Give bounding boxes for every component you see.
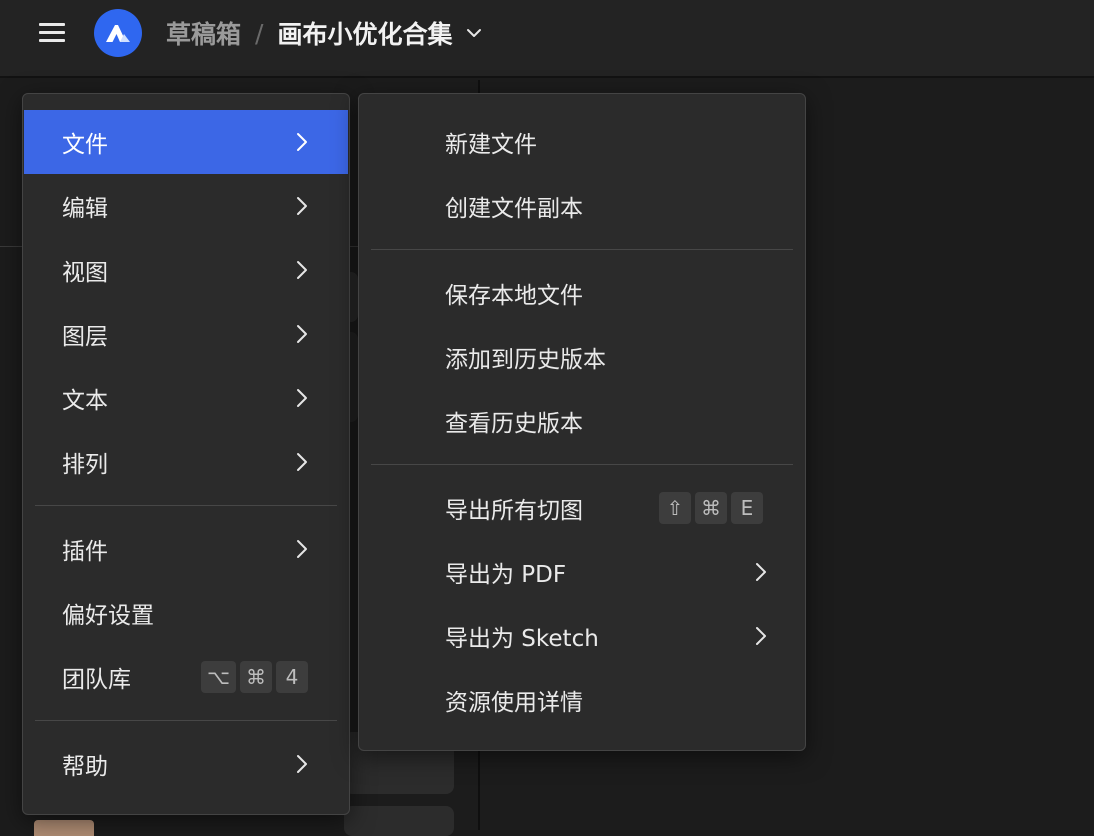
breadcrumb-separator: / [255,18,264,48]
submenu-item-export-slices[interactable]: 导出所有切图 ⇧ ⌘ E [359,476,805,540]
chevron-right-icon [296,196,308,216]
menu-divider [35,505,337,506]
breadcrumb-drafts[interactable]: 草稿箱 [166,15,241,51]
shift-key-icon: ⇧ [659,492,691,524]
submenu-item-label: 添加到历史版本 [445,347,606,373]
shortcut-key: 4 [276,661,308,693]
submenu-item-label: 保存本地文件 [445,283,583,309]
chevron-right-icon [296,754,308,774]
chevron-right-icon [296,452,308,472]
menu-item-plugins[interactable]: 插件 [24,517,348,581]
submenu-item-label: 导出为 PDF [445,562,567,588]
menu-item-layer[interactable]: 图层 [24,302,348,366]
menu-item-label: 视图 [62,260,108,286]
menu-item-label: 文本 [62,388,108,414]
menu-item-preferences[interactable]: 偏好设置 [24,581,348,645]
chevron-right-icon [296,388,308,408]
menu-item-edit[interactable]: 编辑 [24,174,348,238]
layer-panel-card [344,806,454,836]
menu-item-text[interactable]: 文本 [24,366,348,430]
keyboard-shortcut: ⌥ ⌘ 4 [200,661,308,693]
chevron-right-icon [755,626,767,646]
menu-item-arrange[interactable]: 排列 [24,430,348,494]
submenu-item-label: 导出为 Sketch [445,626,599,652]
chevron-right-icon [296,324,308,344]
option-key-icon: ⌥ [200,661,236,693]
submenu-item-duplicate-file[interactable]: 创建文件副本 [359,174,805,238]
menu-item-label: 帮助 [62,754,108,780]
menu-item-help[interactable]: 帮助 [24,732,348,796]
menu-item-view[interactable]: 视图 [24,238,348,302]
top-bar: 草稿箱 / 画布小优化合集 [0,0,1094,78]
avatar [34,820,94,836]
menu-divider [35,720,337,721]
menu-item-team-library[interactable]: 团队库 ⌥ ⌘ 4 [24,645,348,709]
file-submenu: 新建文件 创建文件副本 保存本地文件 添加到历史版本 查看历史版本 导出所有切图… [358,93,806,751]
chevron-right-icon [296,539,308,559]
submenu-item-add-history[interactable]: 添加到历史版本 [359,325,805,389]
menu-item-file[interactable]: 文件 [24,110,348,174]
menu-item-label: 偏好设置 [62,603,154,629]
submenu-item-label: 创建文件副本 [445,196,583,222]
submenu-item-export-pdf[interactable]: 导出为 PDF [359,540,805,604]
menu-divider [371,464,793,465]
menu-item-label: 插件 [62,539,108,565]
menu-item-label: 排列 [62,452,108,478]
keyboard-shortcut: ⇧ ⌘ E [659,492,763,524]
shortcut-key: E [731,492,763,524]
chevron-right-icon [755,562,767,582]
submenu-item-new-file[interactable]: 新建文件 [359,110,805,174]
submenu-item-export-sketch[interactable]: 导出为 Sketch [359,604,805,668]
menu-item-label: 团队库 [62,667,131,693]
menu-item-label: 编辑 [62,196,108,222]
main-menu: 文件 编辑 视图 图层 文本 排列 插件 偏好设置 团队库 ⌥ ⌘ 4 帮助 [22,93,350,815]
menu-divider [371,249,793,250]
submenu-item-view-history[interactable]: 查看历史版本 [359,389,805,453]
submenu-item-label: 查看历史版本 [445,411,583,437]
chevron-down-icon[interactable] [466,28,482,38]
command-key-icon: ⌘ [240,661,272,693]
file-title[interactable]: 画布小优化合集 [277,15,452,51]
submenu-item-label: 导出所有切图 [445,498,583,524]
menu-item-label: 文件 [62,132,108,158]
submenu-item-resource-usage[interactable]: 资源使用详情 [359,668,805,732]
submenu-item-label: 资源使用详情 [445,690,583,716]
breadcrumb: 草稿箱 / 画布小优化合集 [166,14,482,52]
submenu-item-label: 新建文件 [445,132,537,158]
menu-item-label: 图层 [62,324,108,350]
submenu-item-save-local[interactable]: 保存本地文件 [359,261,805,325]
chevron-right-icon [296,260,308,280]
app-logo-icon[interactable] [94,9,142,57]
hamburger-menu-icon[interactable] [28,16,76,48]
chevron-right-icon [296,132,308,152]
command-key-icon: ⌘ [695,492,727,524]
